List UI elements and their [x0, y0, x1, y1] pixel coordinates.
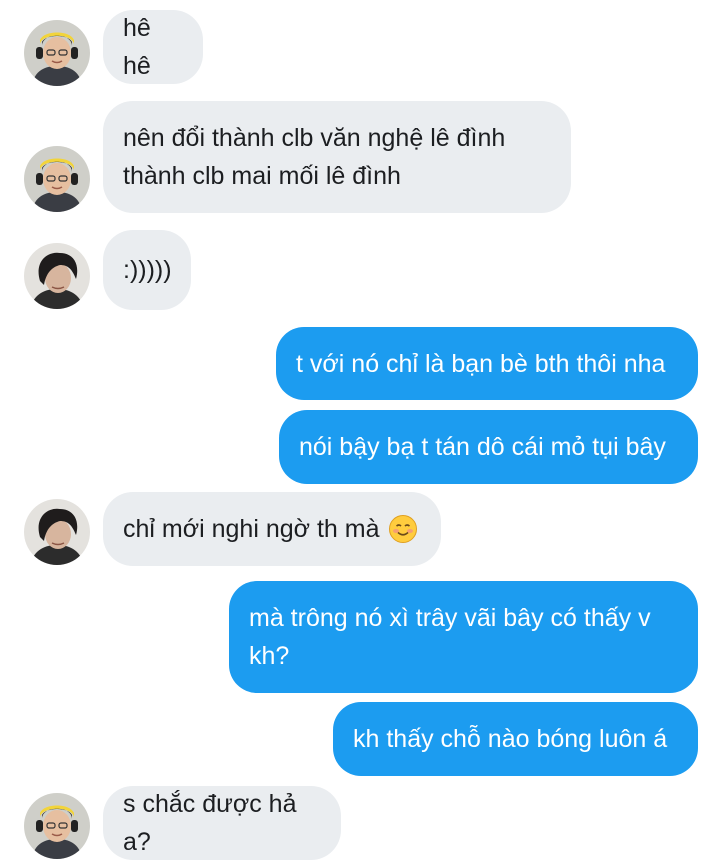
incoming-message-bubble[interactable]: :)))))	[103, 230, 191, 310]
incoming-message-bubble[interactable]: nên đổi thành clb văn nghệ lê đình thành…	[103, 101, 571, 213]
message-thread[interactable]: hê hê nên đổi thành clb văn nghệ lê đình…	[0, 0, 720, 868]
contact-photo-dark-hair	[24, 499, 90, 565]
incoming-message-bubble[interactable]: s chắc được hả a?	[103, 786, 341, 860]
message-text: s chắc được hả a?	[123, 790, 297, 856]
outgoing-message-bubble[interactable]: kh thấy chỗ nào bóng luôn á	[333, 702, 698, 776]
message-text: mà trông nó xì trây vãi bây có thấy v kh…	[249, 604, 651, 670]
message-text: nên đổi thành clb văn nghệ lê đình thành…	[123, 124, 506, 190]
smiling-face-icon	[388, 515, 417, 543]
incoming-message-bubble[interactable]: hê hê	[103, 10, 203, 84]
contact-photo-yellow-headband	[24, 146, 90, 212]
avatar[interactable]	[24, 793, 90, 859]
contact-photo-dark-hair	[24, 243, 90, 309]
avatar[interactable]	[24, 499, 90, 565]
message-text: t với nó chỉ là bạn bè bth thôi nha	[296, 349, 666, 378]
message-text: nói bậy bạ t tán dô cái mỏ tụi bây	[299, 433, 666, 461]
incoming-message-bubble[interactable]: chỉ mới nghi ngờ th mà	[103, 492, 441, 566]
outgoing-message-bubble[interactable]: mà trông nó xì trây vãi bây có thấy v kh…	[229, 581, 698, 693]
message-text: kh thấy chỗ nào bóng luôn á	[353, 725, 668, 753]
message-text: chỉ mới nghi ngờ th mà	[123, 515, 380, 543]
outgoing-message-bubble[interactable]: nói bậy bạ t tán dô cái mỏ tụi bây	[279, 410, 698, 484]
message-text: hê hê	[123, 14, 151, 80]
contact-photo-yellow-headband	[24, 20, 90, 86]
message-text: :)))))	[123, 256, 172, 284]
avatar[interactable]	[24, 243, 90, 309]
contact-photo-yellow-headband	[24, 793, 90, 859]
outgoing-message-bubble[interactable]: t với nó chỉ là bạn bè bth thôi nha	[276, 327, 698, 400]
avatar[interactable]	[24, 20, 90, 86]
avatar[interactable]	[24, 146, 90, 212]
